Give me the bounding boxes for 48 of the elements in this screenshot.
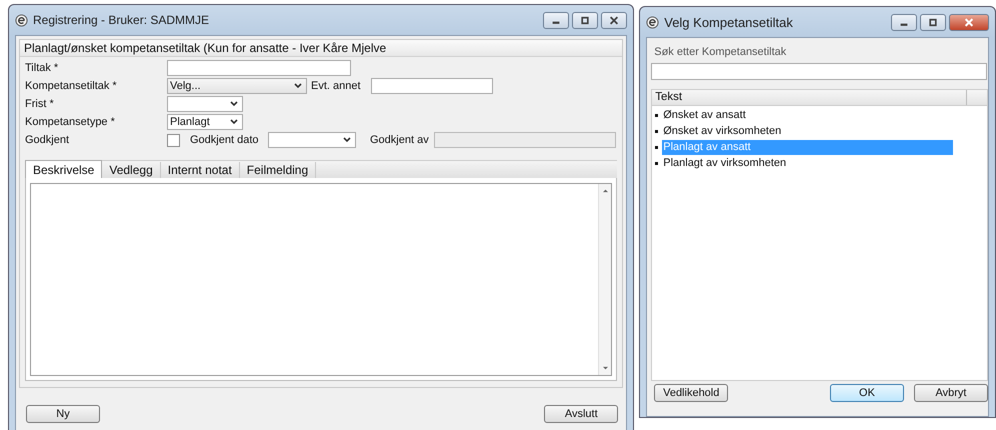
input-field[interactable] [167,60,351,76]
button[interactable]: OK [830,384,904,402]
input-field[interactable] [371,78,493,94]
field-label: Godkjent av [370,134,430,146]
search-label: Søk etter Kompetansetiltak [654,46,788,58]
button[interactable]: Avslutt [544,405,618,423]
window-title: Registrering - Bruker: SADMMJE [33,13,210,27]
scroll-up-icon[interactable] [602,188,609,193]
minimize-button[interactable] [891,14,917,30]
section-title: Planlagt/ønsket kompetansetiltak (Kun for ansatte - Iver Kåre Mjelve [20,40,622,57]
field-label: Godkjent [25,134,70,146]
scroll-down-icon[interactable] [602,366,609,371]
chevron-down-icon [293,82,303,90]
window-title: Velg Kompetansetiltak [664,14,794,30]
button[interactable]: Avbryt [914,384,988,402]
maximize-icon [927,18,939,26]
close-button[interactable] [949,14,989,30]
field-label: Godkjent dato [190,134,260,146]
field-label: Tiltak * [25,62,60,74]
maximize-icon [579,16,592,24]
bullet-icon [655,130,658,132]
close-button[interactable] [601,12,628,28]
field-label: Frist * [25,98,55,110]
close-icon [608,16,620,24]
chevron-down-icon [342,136,352,144]
field-label: Kompetansetiltak * [25,80,118,92]
button[interactable]: Vedlikehold [654,384,728,402]
dropdown[interactable]: Planlagt [167,114,243,130]
maximize-button[interactable] [920,14,946,30]
minimize-button[interactable] [543,12,570,28]
button[interactable]: Ny [26,405,100,423]
maximize-button[interactable] [572,12,598,28]
app-icon [646,16,660,28]
list-item[interactable]: Planlagt av virksomheten [662,156,954,170]
field-label: Evt. annet [311,80,362,92]
bullet-icon [655,114,658,116]
tab[interactable]: Beskrivelse [25,160,102,178]
app-icon [15,14,28,26]
bullet-icon [655,146,658,148]
bullet-icon [655,162,658,164]
field-label: Kompetansetype * [25,116,116,128]
list-item[interactable]: Ønsket av ansatt [662,108,954,122]
list-item[interactable]: Ønsket av virksomheten [662,124,954,138]
scrollbar[interactable] [598,184,612,375]
dropdown[interactable]: Velg... [167,78,307,94]
search-field[interactable] [651,63,988,80]
checkbox[interactable] [167,134,180,146]
close-icon [963,18,975,26]
